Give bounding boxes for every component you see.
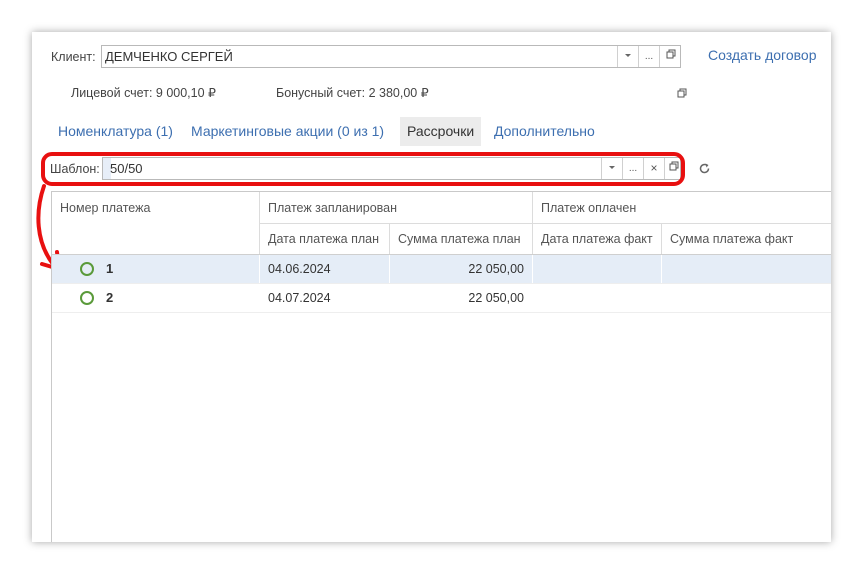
row-number: 1: [106, 261, 114, 276]
refresh-icon: [699, 163, 710, 174]
client-value: ДЕМЧЕНКО СЕРГЕЙ: [105, 49, 233, 64]
client-label: Клиент:: [51, 50, 96, 64]
create-contract-link[interactable]: Создать договор: [708, 47, 817, 63]
cell-divider: [259, 255, 260, 283]
client-dropdown-button[interactable]: [617, 46, 638, 67]
tab-additional[interactable]: Дополнительно: [494, 117, 595, 146]
column-divider: [259, 192, 260, 254]
annotation-highlight-frame: [41, 152, 685, 186]
chevron-down-icon: [625, 54, 631, 57]
open-window-icon: [677, 88, 687, 98]
column-divider: [532, 192, 533, 254]
cell-divider: [532, 255, 533, 283]
client-select-button[interactable]: ...: [638, 46, 659, 67]
row-number: 2: [106, 290, 114, 305]
group-paid: Платеж оплачен: [541, 201, 637, 215]
row-plan-date: 04.07.2024: [268, 291, 331, 305]
column-plan-sum[interactable]: Сумма платежа план: [390, 232, 521, 246]
refresh-button[interactable]: [698, 162, 711, 178]
column-number[interactable]: Номер платежа: [52, 201, 150, 215]
column-fact-date[interactable]: Дата платежа факт: [533, 232, 653, 246]
client-open-button[interactable]: [659, 46, 681, 67]
row-divider: [52, 283, 831, 284]
column-divider: [661, 223, 662, 254]
client-field[interactable]: ДЕМЧЕНКО СЕРГЕЙ ...: [101, 45, 681, 68]
payments-table: Номер платежа Платеж запланирован Платеж…: [51, 191, 831, 542]
row-plan-sum: 22 050,00: [468, 291, 524, 305]
tab-marketing[interactable]: Маркетинговые акции (0 из 1): [191, 117, 384, 146]
table-row[interactable]: 2 04.07.2024 22 050,00: [52, 284, 831, 312]
cell-divider: [389, 255, 390, 283]
accounts-open-button[interactable]: [677, 86, 687, 101]
header-divider: [260, 223, 831, 224]
column-plan-date[interactable]: Дата платежа план: [260, 232, 379, 246]
tab-nomenclature[interactable]: Номенклатура (1): [58, 117, 173, 146]
table-row[interactable]: 1 04.06.2024 22 050,00: [52, 255, 831, 283]
column-divider: [389, 223, 390, 254]
bonus-account: Бонусный счет: 2 380,00 ₽: [276, 86, 429, 100]
column-fact-sum[interactable]: Сумма платежа факт: [662, 232, 793, 246]
status-circle-icon: [80, 262, 94, 276]
group-planned: Платеж запланирован: [268, 201, 398, 215]
row-divider: [52, 312, 831, 313]
open-window-icon: [666, 49, 675, 59]
personal-account: Лицевой счет: 9 000,10 ₽: [71, 86, 216, 100]
row-plan-sum: 22 050,00: [468, 262, 524, 276]
tab-installments[interactable]: Рассрочки: [400, 117, 482, 146]
cell-divider: [661, 255, 662, 283]
status-circle-icon: [80, 291, 94, 305]
row-plan-date: 04.06.2024: [268, 262, 331, 276]
installments-panel: Клиент: ДЕМЧЕНКО СЕРГЕЙ ... Создать дого…: [32, 32, 831, 542]
